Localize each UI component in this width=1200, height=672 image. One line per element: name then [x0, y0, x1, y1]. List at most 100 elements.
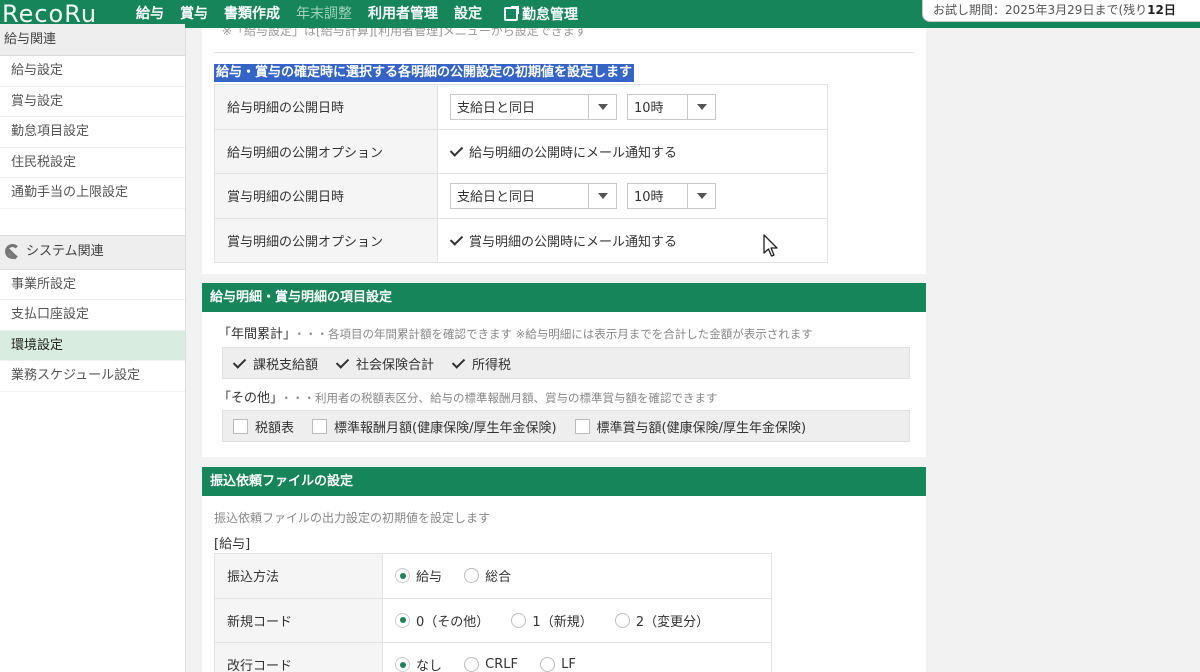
table-row: 賞与明細の公開オプション 賞与明細の公開時にメール通知する [214, 217, 828, 263]
nav-attendance-link[interactable]: 勤怠管理 [504, 4, 578, 24]
item-settings-panel: 給与明細・賞与明細の項目設定 「年間累計」 ・・・各項目の年間累計額を確認できます… [202, 283, 926, 457]
bonus-mail-notify-checkbox[interactable]: 賞与明細の公開時にメール通知する [450, 231, 677, 250]
bonus-publish-day-select[interactable]: 支給日と同日 [450, 182, 617, 209]
publish-settings-panel: ※「給与設定」は[給与計算][利用者管理]メニューから設定できます 給与・賞与の… [202, 28, 926, 274]
annual-desc: ・・・各項目の年間累計額を確認できます ※給与明細には表示月までを合計した金額が… [293, 327, 813, 341]
radio-newline-lf[interactable]: LF [540, 657, 576, 672]
table-row: 改行コード なし CRLF LF [214, 642, 772, 672]
chevron-down-icon [696, 103, 707, 110]
standard-bonus-checkbox[interactable]: 標準賞与額(健康保険/厚生年金保険) [574, 417, 806, 436]
checkmark-icon [452, 357, 465, 370]
standard-monthly-checkbox[interactable]: 標準報酬月額(健康保険/厚生年金保険) [312, 417, 557, 436]
sidebar-item-commute-limit[interactable]: 通勤手当の上限設定 [0, 178, 185, 209]
newline-code-value: なし CRLF LF [382, 642, 772, 672]
table-row: 賞与明細の公開日時 支給日と同日 10時 [214, 173, 828, 219]
chevron-down-icon [696, 192, 707, 199]
radio-label: CRLF [485, 657, 518, 672]
radio-salary[interactable]: 給与 [395, 566, 442, 585]
transfer-file-desc: 振込依頼ファイルの出力設定の初期値を設定します [214, 511, 491, 525]
bonus-publish-option-label: 賞与明細の公開オプション [214, 217, 438, 263]
salary-publish-date-value: 支給日と同日 10時 [437, 84, 828, 130]
new-code-label: 新規コード [214, 597, 383, 643]
trial-days-remaining: 12日 [1147, 3, 1176, 17]
publish-note: ※「給与設定」は[給与計算][利用者管理]メニューから設定できます [222, 28, 587, 38]
radio-selected-icon [395, 568, 410, 584]
radio-code-1[interactable]: 1（新規） [511, 611, 593, 630]
checkmark-icon [233, 357, 246, 370]
radio-empty-icon [464, 568, 480, 584]
new-code-value: 0（その他） 1（新規） 2（変更分） [382, 597, 772, 643]
radio-general[interactable]: 総合 [464, 566, 511, 585]
sidebar-item-bonus-settings[interactable]: 賞与設定 [0, 87, 185, 117]
radio-selected-icon [395, 612, 410, 628]
nav-user-management[interactable]: 利用者管理 [360, 0, 446, 28]
select-value: 10時 [634, 101, 664, 117]
checkmark-icon [450, 234, 463, 247]
radio-label: 2（変更分） [635, 614, 710, 630]
annual-section: 「年間累計」 ・・・各項目の年間累計額を確認できます ※給与明細には表示月までを合… [218, 323, 813, 342]
radio-empty-icon [540, 657, 556, 672]
salary-mail-notify-checkbox[interactable]: 給与明細の公開時にメール通知する [450, 142, 677, 161]
salary-publish-option-label: 給与明細の公開オプション [214, 128, 438, 174]
publish-heading: 給与・賞与の確定時に選択する各明細の公開設定の初期値を設定します [214, 64, 635, 82]
other-section: 「その他」 ・・・利用者の税額表区分、給与の標準報酬月額、賞与の標準賞与額を確認で… [218, 387, 718, 406]
sidebar-item-environment[interactable]: 環境設定 [0, 330, 185, 361]
radio-selected-icon [395, 657, 410, 672]
social-insurance-checkbox[interactable]: 社会保険合計 [336, 354, 434, 373]
radio-label: なし [416, 659, 443, 672]
sidebar-item-salary-settings[interactable]: 給与設定 [0, 56, 185, 87]
chevron-down-icon [597, 192, 608, 199]
tax-table-checkbox[interactable]: 税額表 [233, 417, 294, 436]
radio-code-0[interactable]: 0（その他） [395, 611, 489, 630]
select-value: 支給日と同日 [457, 190, 536, 206]
radio-empty-icon [511, 612, 527, 628]
nav-documents[interactable]: 書類作成 [216, 0, 288, 28]
mouse-cursor-icon [763, 234, 778, 257]
checkbox-label: 税額表 [255, 420, 295, 436]
transfer-method-label: 振込方法 [214, 553, 383, 599]
salary-publish-hour-select[interactable]: 10時 [627, 93, 716, 120]
radio-newline-none[interactable]: なし [395, 655, 442, 672]
sidebar-item-business-schedule[interactable]: 業務スケジュール設定 [0, 361, 185, 392]
sidebar-spacer [0, 208, 185, 236]
checkbox-label: 賞与明細の公開時にメール通知する [469, 234, 678, 250]
checkbox-label: 標準報酬月額(健康保険/厚生年金保険) [334, 420, 557, 436]
transfer-file-panel: 振込依頼ファイルの設定 振込依頼ファイルの出力設定の初期値を設定します [給与]… [202, 467, 926, 672]
salary-publish-option-value: 給与明細の公開時にメール通知する [437, 128, 828, 174]
chevron-down-icon [597, 103, 608, 110]
radio-empty-icon [464, 657, 480, 672]
taxable-payment-checkbox[interactable]: 課税支給額 [233, 354, 318, 373]
salary-publish-day-select[interactable]: 支給日と同日 [450, 93, 617, 120]
bonus-publish-date-label: 賞与明細の公開日時 [214, 173, 438, 219]
trial-period-text: お試し期間：2025年3月29日まで(残り [933, 3, 1148, 17]
bonus-publish-hour-select[interactable]: 10時 [627, 182, 716, 209]
sidebar-head-system-label: システム関連 [26, 244, 104, 259]
checkbox-label: 給与明細の公開時にメール通知する [469, 145, 678, 161]
select-value: 支給日と同日 [457, 101, 536, 117]
nav-settings[interactable]: 設定 [446, 0, 490, 28]
transfer-salary-label: [給与] [214, 537, 251, 552]
income-tax-checkbox[interactable]: 所得税 [452, 354, 511, 373]
sidebar-head-system: システム関連 [0, 235, 185, 270]
sidebar-item-attendance-items[interactable]: 勤怠項目設定 [0, 117, 185, 148]
publish-settings-table: 給与明細の公開日時 支給日と同日 10時 給与明細の公開オプション 給与明細の公… [214, 84, 828, 263]
sidebar-item-payment-account[interactable]: 支払口座設定 [0, 300, 185, 331]
salary-publish-date-label: 給与明細の公開日時 [214, 84, 438, 130]
item-settings-title: 給与明細・賞与明細の項目設定 [202, 283, 926, 312]
nav-year-end: 年末調整 [296, 6, 352, 22]
newline-code-label: 改行コード [214, 642, 383, 672]
radio-label: 0（その他） [416, 614, 490, 630]
sidebar-item-office[interactable]: 事業所設定 [0, 270, 185, 300]
sidebar-item-resident-tax[interactable]: 住民税設定 [0, 148, 185, 178]
table-row: 給与明細の公開オプション 給与明細の公開時にメール通知する [214, 128, 828, 174]
table-row: 給与明細の公開日時 支給日と同日 10時 [214, 84, 828, 130]
radio-label: 総合 [485, 570, 512, 586]
radio-label: 1（新規） [532, 614, 593, 630]
other-checks: 税額表 標準報酬月額(健康保険/厚生年金保険) 標準賞与額(健康保険/厚生年金保… [222, 410, 910, 442]
trial-period-badge: お試し期間：2025年3月29日まで(残り12日 [922, 0, 1200, 22]
radio-label: LF [561, 657, 576, 672]
sidebar-head-salary: 給与関連 [0, 24, 185, 56]
radio-label: 給与 [416, 570, 443, 586]
radio-code-2[interactable]: 2（変更分） [614, 611, 710, 630]
radio-newline-crlf[interactable]: CRLF [464, 657, 518, 672]
